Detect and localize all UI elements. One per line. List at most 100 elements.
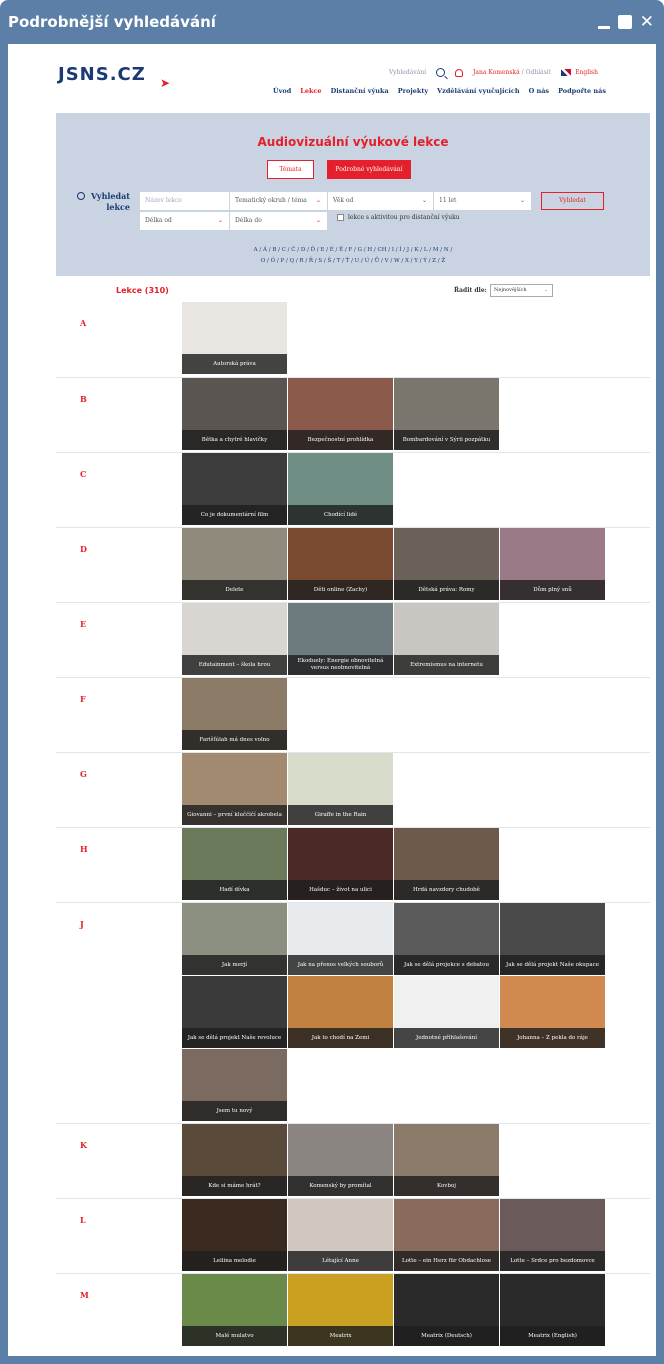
letter-group: A Autorská práva — [56, 302, 650, 377]
search-icon[interactable] — [435, 68, 445, 77]
length-from-select[interactable]: Délka od ⌄ — [140, 212, 230, 230]
lesson-card[interactable]: Jak se dělá projekt Naše okupace — [500, 903, 605, 975]
letter-group: G Giovanni – první kluččičí akrobela Giraf… — [56, 752, 650, 827]
group-letter: F — [80, 694, 86, 704]
lesson-card[interactable]: Jak se dělá projekce s debatou — [394, 903, 499, 975]
close-icon[interactable]: ✕ — [640, 14, 654, 31]
lesson-card[interactable]: Autorská práva — [182, 302, 287, 374]
lesson-card[interactable]: Jak to chodí na Zemi — [288, 976, 393, 1048]
lesson-title: Johanna – Z pekla do ráje — [500, 1028, 605, 1048]
lesson-title: Bombardování v Sýrii pozpátku — [394, 430, 499, 450]
years-select[interactable]: 11 let ⌄ — [434, 192, 532, 210]
lesson-title: Meatrix — [288, 1326, 393, 1346]
lesson-card[interactable]: Hašduc – život na ulici — [288, 828, 393, 900]
lesson-card[interactable]: Lotte – Srdce pro bezdomovce — [500, 1199, 605, 1271]
lesson-card[interactable]: Leilina melodie — [182, 1199, 287, 1271]
lesson-card[interactable]: Giraffe in the Rain — [288, 753, 393, 825]
site-logo[interactable]: JSNS.CZ ➤ — [58, 64, 170, 90]
lesson-title: Chodící lidé — [288, 505, 393, 525]
lesson-title: Jsem tu nový — [182, 1101, 287, 1121]
nav-uvod[interactable]: Úvod — [273, 87, 291, 95]
lesson-card[interactable]: Jak merjí — [182, 903, 287, 975]
lesson-tiles: Edutainment – škola hrou Ekoduely: Energi… — [182, 603, 612, 676]
lesson-card[interactable]: Dětská práva: Romy — [394, 528, 499, 600]
lesson-card[interactable]: Malé mulatvo — [182, 1274, 287, 1346]
topic-select[interactable]: Tematický okruh / téma ⌄ — [230, 192, 328, 210]
nav-distancni-vyuka[interactable]: Distanční výuka — [331, 87, 389, 95]
lesson-card[interactable]: Meatrix (Deutsch) — [394, 1274, 499, 1346]
lesson-title: Dětská práva: Romy — [394, 580, 499, 600]
alphabet-filter[interactable]: A / Á / B / C / Č / D / Ď / E / É / Ě / … — [56, 245, 650, 267]
nav-podporte-nas[interactable]: Podpořte nás — [558, 87, 606, 95]
panel-title: Audiovizuální výukové lekce — [257, 135, 449, 149]
lesson-title: Kovboj — [394, 1176, 499, 1196]
lesson-card[interactable]: Jsem tu nový — [182, 1049, 287, 1121]
maximize-icon[interactable] — [617, 15, 632, 29]
lesson-card[interactable]: Meatrix (English) — [500, 1274, 605, 1346]
search-button[interactable]: Vyhledat — [541, 192, 604, 210]
lesson-card[interactable]: Dům plný snů — [500, 528, 605, 600]
group-letter: A — [80, 318, 87, 328]
chevron-down-icon: ⌄ — [421, 197, 427, 204]
length-to-select[interactable]: Délka do ⌄ — [230, 212, 328, 230]
user-name-link[interactable]: Jana Komenská — [473, 69, 520, 76]
logout-link[interactable]: / Odhlásit — [522, 69, 551, 76]
lesson-title: Extremismus na internetu — [394, 655, 499, 675]
lesson-card[interactable]: Létající Anne — [288, 1199, 393, 1271]
lesson-card[interactable]: Giovanni – první kluččičí akrobela — [182, 753, 287, 825]
lesson-title: Co je dokumentární film — [182, 505, 287, 525]
chevron-down-icon: ⌄ — [217, 217, 223, 224]
lesson-card[interactable]: Hadí dívka — [182, 828, 287, 900]
age-from-select[interactable]: Věk od ⌄ — [328, 192, 434, 210]
nav-o-nas[interactable]: O nás — [529, 87, 550, 95]
topics-button[interactable]: Témata — [267, 160, 314, 179]
lesson-card[interactable]: Děti online (Zachy) — [288, 528, 393, 600]
results-count: Lekce (310) — [116, 286, 169, 295]
distance-checkbox[interactable] — [337, 214, 344, 221]
letter-group: F Farišťúlah má dnes volno — [56, 677, 650, 752]
nav-lekce[interactable]: Lekce — [300, 87, 321, 95]
lesson-card[interactable]: Jak na přenos velkých souborů — [288, 903, 393, 975]
letter-group: H Hadí dívka Hašduc – život na ulici Hrdá n… — [56, 827, 650, 902]
lesson-tiles: Hadí dívka Hašduc – život na ulici Hrdá na… — [182, 828, 612, 901]
lesson-card[interactable]: Chodící lidé — [288, 453, 393, 525]
nav-vzdelavani[interactable]: Vzdělávání vyučujících — [437, 87, 519, 95]
language-link[interactable]: English — [575, 69, 598, 76]
lesson-card[interactable]: Jednotné přihlašování — [394, 976, 499, 1048]
lesson-title: Meatrix (English) — [500, 1326, 605, 1346]
lesson-card[interactable]: Delete — [182, 528, 287, 600]
lesson-card[interactable]: Bezpečnostní prohlídka — [288, 378, 393, 450]
lesson-card[interactable]: Farišťúlah má dnes volno — [182, 678, 287, 750]
lesson-card[interactable]: Kde si máme hrát? — [182, 1124, 287, 1196]
lesson-title: Lotte – Srdce pro bezdomovce — [500, 1251, 605, 1271]
lesson-card[interactable]: Co je dokumentární film — [182, 453, 287, 525]
sort-select[interactable]: Nejnovějších ⌄ — [490, 284, 553, 297]
minimize-icon[interactable] — [597, 25, 610, 29]
lesson-tiles: Giovanni – první kluččičí akrobela Giraff… — [182, 753, 612, 826]
search-link[interactable]: Vyhledávání — [389, 69, 426, 76]
lesson-card[interactable]: Edutainment – škola hrou — [182, 603, 287, 675]
distance-checkbox-row[interactable]: lekce s aktivitou pro distanční výuku — [337, 214, 460, 221]
group-letter: C — [80, 469, 87, 479]
nav-projekty[interactable]: Projekty — [398, 87, 428, 95]
lesson-card[interactable]: Jak se dělá projekt Naše revoluce — [182, 976, 287, 1048]
lesson-title: Děti online (Zachy) — [288, 580, 393, 600]
lesson-name-input[interactable]: Název lekce — [140, 192, 230, 210]
lesson-card[interactable]: Kovboj — [394, 1124, 499, 1196]
lesson-card[interactable]: Ekoduely: Energie obnovitelná versus neo… — [288, 603, 393, 675]
letter-group: M Malé mulatvo Meatrix Meatrix (Deutsch) Mea… — [56, 1273, 650, 1348]
lesson-card[interactable]: Johanna – Z pekla do ráje — [500, 976, 605, 1048]
lesson-title: Lotte – ein Herz für Obdachlose — [394, 1251, 499, 1271]
lesson-card[interactable]: Bombardování v Sýrii pozpátku — [394, 378, 499, 450]
lesson-card[interactable]: Lotte – ein Herz für Obdachlose — [394, 1199, 499, 1271]
lesson-card[interactable]: Hrdá navzdory chudobě — [394, 828, 499, 900]
lesson-tiles: Farišťúlah má dnes volno — [182, 678, 612, 751]
group-letter: G — [80, 769, 87, 779]
lesson-card[interactable]: Komenský by promítal — [288, 1124, 393, 1196]
group-letter: K — [80, 1140, 87, 1150]
sort-label: Řadit dle: — [454, 287, 487, 294]
lesson-card[interactable]: Meatrix — [288, 1274, 393, 1346]
lesson-card[interactable]: Extremismus na internetu — [394, 603, 499, 675]
lesson-card[interactable]: Bětka a chytré hlavičky — [182, 378, 287, 450]
advanced-search-button[interactable]: Podrobné vyhledávání — [327, 160, 411, 179]
